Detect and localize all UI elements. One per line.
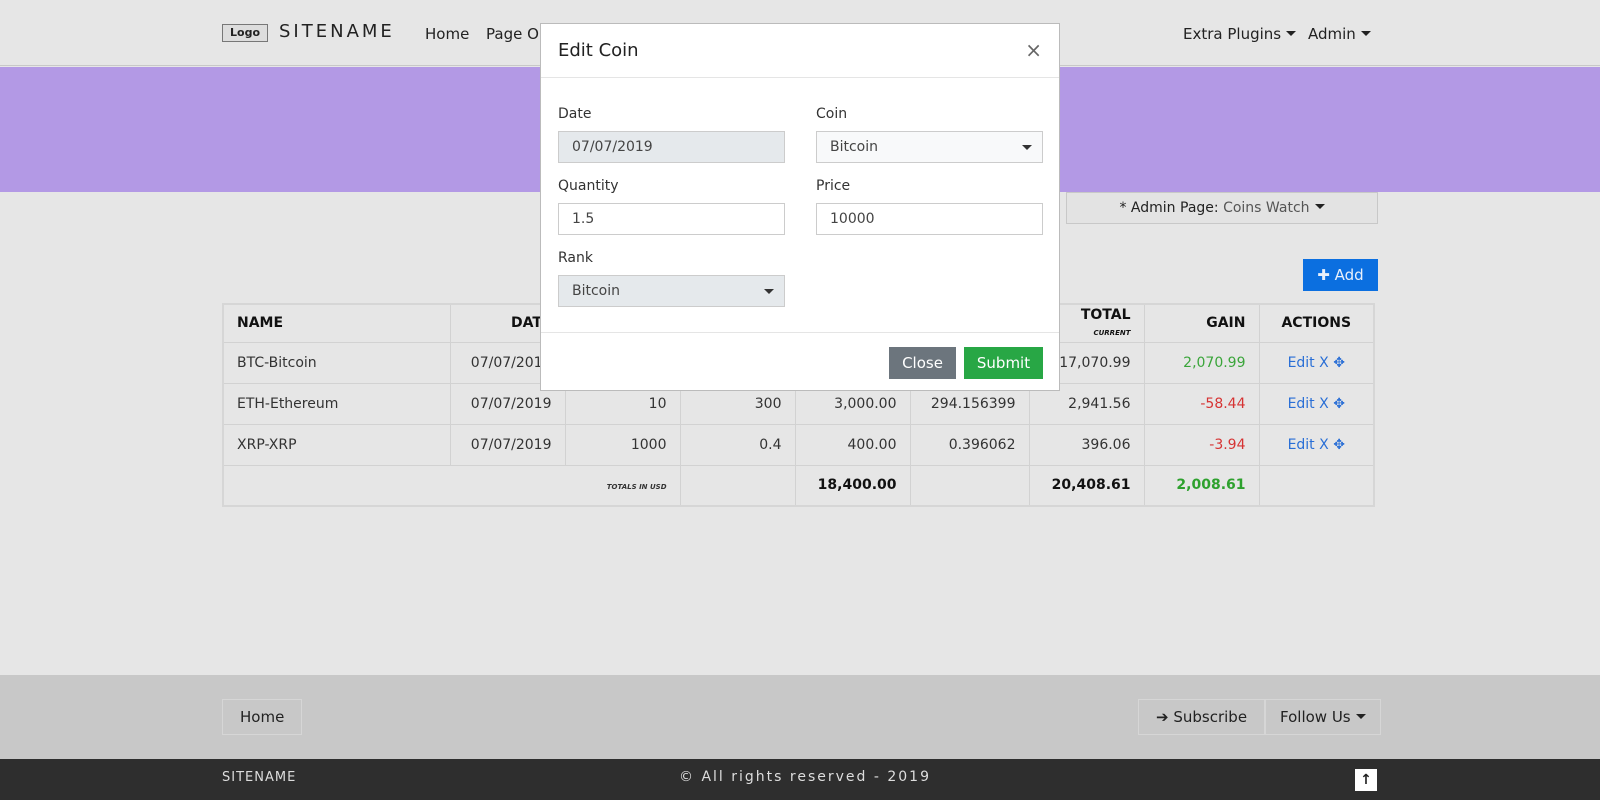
subscribe-button[interactable]: ➔ Subscribe — [1138, 699, 1266, 735]
table-cell: -3.94 — [1143, 423, 1260, 466]
totals-label: TOTALS IN USD — [606, 483, 667, 492]
table-cell: 07/07/2019 — [449, 423, 566, 466]
price-label: Price — [816, 178, 851, 194]
delete-link[interactable]: X — [1319, 437, 1329, 453]
scroll-top-button[interactable]: ↑ — [1355, 769, 1377, 791]
rank-label: Rank — [558, 250, 593, 266]
copyright: © All rights reserved - 2019 — [679, 769, 931, 785]
close-icon[interactable]: × — [1025, 38, 1042, 62]
delete-link[interactable]: X — [1319, 396, 1329, 412]
table-cell: 1000 — [564, 423, 681, 466]
arrow-right-icon: ➔ — [1156, 708, 1169, 726]
follow-us-dropdown[interactable]: Follow Us — [1265, 699, 1381, 735]
edit-link[interactable]: Edit — [1288, 355, 1315, 371]
price-field[interactable]: 10000 — [816, 203, 1043, 235]
submit-button[interactable]: Submit — [964, 347, 1043, 379]
table-cell: 400.00 — [794, 423, 911, 466]
logo[interactable]: Logo — [222, 24, 268, 42]
table-cell: 0.4 — [679, 423, 796, 466]
edit-link[interactable]: Edit — [1288, 396, 1315, 412]
th-actions: ACTIONS — [1258, 303, 1375, 343]
actions-cell: Edit X ✥ — [1258, 382, 1375, 425]
footer-sitename: SITENAME — [222, 770, 297, 785]
table-cell: BTC-Bitcoin — [222, 341, 451, 384]
th-total-label: TOTAL — [1080, 307, 1131, 324]
modal-header: Edit Coin × — [541, 24, 1059, 78]
nav-admin[interactable]: Admin — [1308, 25, 1371, 43]
footer-home-button[interactable]: Home — [222, 699, 303, 735]
rank-select[interactable]: Bitcoin — [558, 275, 785, 307]
admin-page-dropdown[interactable]: * Admin Page: Coins Watch — [1066, 192, 1378, 224]
totals-total: 18,400.00 — [794, 464, 911, 507]
plus-icon: ✚ — [1317, 266, 1330, 284]
table-cell: XRP-XRP — [222, 423, 451, 466]
totals-row: TOTALS IN USD 18,400.00 20,408.61 2,008.… — [222, 464, 1375, 507]
delete-link[interactable]: X — [1319, 355, 1329, 371]
arrow-up-icon: ↑ — [1360, 772, 1372, 788]
nav-admin-label: Admin — [1308, 25, 1356, 43]
totals-total-current: 20,408.61 — [1028, 464, 1145, 507]
nav-extra-plugins-label: Extra Plugins — [1183, 25, 1282, 43]
site-name[interactable]: SITENAME — [279, 21, 395, 42]
move-icon[interactable]: ✥ — [1333, 437, 1345, 453]
table-cell: 0.396062 — [909, 423, 1030, 466]
edit-link[interactable]: Edit — [1288, 437, 1315, 453]
nav-page[interactable]: Page O — [486, 25, 539, 43]
table-row: XRP-XRP 07/07/2019 1000 0.4 400.00 0.396062 39… — [222, 423, 1375, 466]
subscribe-label: Subscribe — [1173, 708, 1248, 726]
th-current-label: CURRENT — [1093, 329, 1131, 338]
th-name: NAME — [222, 303, 451, 343]
actions-cell: Edit X ✥ — [1258, 341, 1375, 384]
table-cell: ETH-Ethereum — [222, 382, 451, 425]
table-cell: -58.44 — [1143, 382, 1260, 425]
totals-gain: 2,008.61 — [1143, 464, 1260, 507]
add-label: Add — [1334, 266, 1364, 284]
edit-coin-modal: Edit Coin × Date 07/07/2019 Coin Bitcoin … — [540, 23, 1060, 391]
modal-footer-divider — [541, 332, 1059, 333]
date-field[interactable]: 07/07/2019 — [558, 131, 785, 163]
nav-home[interactable]: Home — [425, 25, 469, 43]
nav-extra-plugins[interactable]: Extra Plugins — [1183, 25, 1296, 43]
close-button[interactable]: Close — [889, 347, 956, 379]
coin-label: Coin — [816, 106, 848, 122]
admin-page-value: Coins Watch — [1223, 200, 1310, 216]
admin-page-label: * Admin Page: — [1119, 200, 1219, 216]
th-gain: GAIN — [1143, 303, 1260, 343]
table-cell: 396.06 — [1028, 423, 1145, 466]
coin-select[interactable]: Bitcoin — [816, 131, 1043, 163]
modal-title: Edit Coin — [558, 40, 639, 61]
date-label: Date — [558, 106, 592, 122]
add-button[interactable]: ✚ Add — [1303, 259, 1378, 291]
quantity-label: Quantity — [558, 178, 619, 194]
follow-us-label: Follow Us — [1280, 708, 1351, 726]
table-cell: 2,070.99 — [1143, 341, 1260, 384]
actions-cell: Edit X ✥ — [1258, 423, 1375, 466]
move-icon[interactable]: ✥ — [1333, 396, 1345, 412]
move-icon[interactable]: ✥ — [1333, 355, 1345, 371]
quantity-field[interactable]: 1.5 — [558, 203, 785, 235]
